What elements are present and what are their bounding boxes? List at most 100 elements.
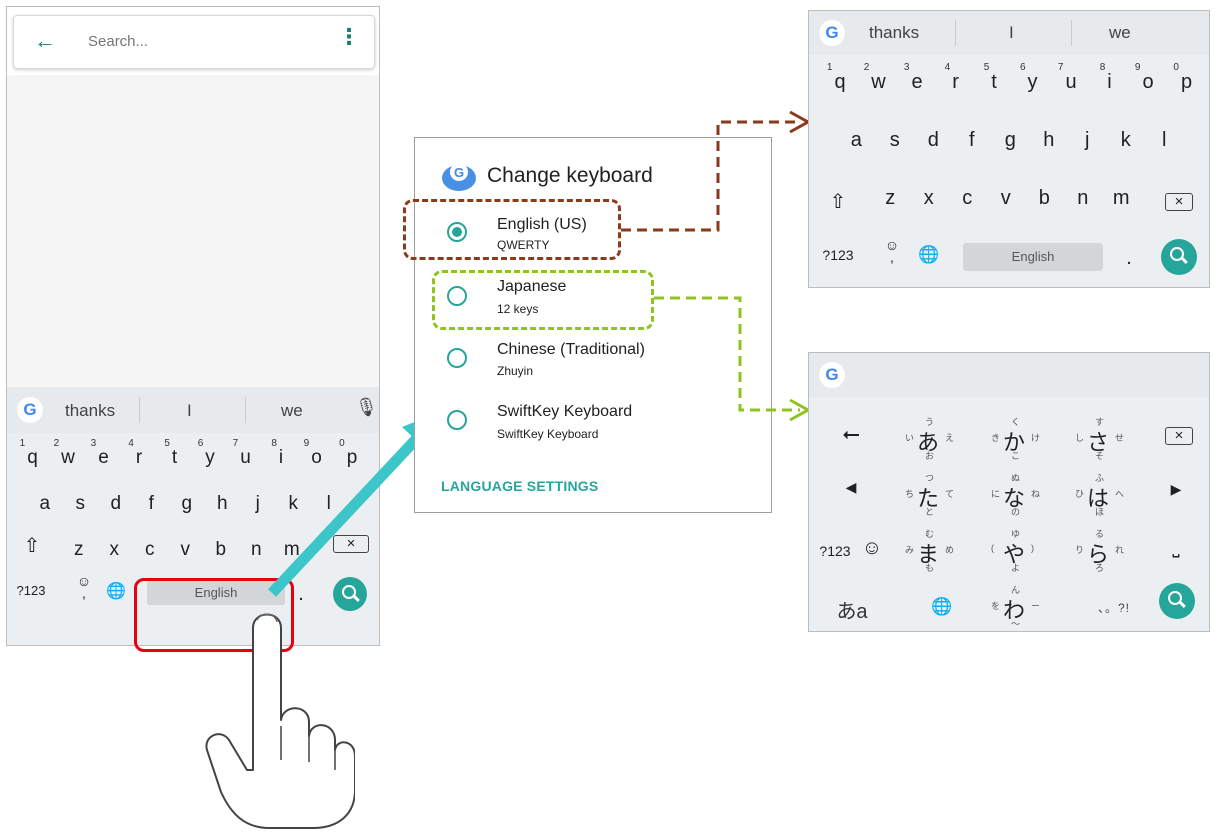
key-g[interactable]: g (991, 129, 1030, 152)
google-g-icon[interactable]: G (819, 20, 845, 46)
cursor-right-icon[interactable]: ▶ (1161, 481, 1191, 498)
globe-icon[interactable]: 🌐 (927, 597, 957, 617)
key-i[interactable]: 8i (1087, 62, 1126, 94)
key-u[interactable]: 7u (1048, 62, 1087, 94)
space-icon[interactable]: ⎵ (1161, 537, 1191, 558)
key-w[interactable]: 2w (856, 62, 895, 94)
kana-key-た[interactable]: たつちてと (901, 471, 957, 517)
kana-key-ら[interactable]: らるりれろ (1071, 527, 1127, 573)
punctuation-key[interactable]: 、。?! (1089, 599, 1139, 616)
arrow-left-icon[interactable]: ⭠ (831, 421, 871, 447)
suggestion-item[interactable]: thanks (869, 23, 919, 43)
key-o[interactable]: 9o (1125, 62, 1164, 94)
kana-key-さ[interactable]: さすしせそ (1071, 415, 1127, 461)
kana-flick-left: ( (991, 543, 994, 553)
kana-flick-up: す (1095, 417, 1105, 427)
kana-toggle-key[interactable]: あa (827, 595, 877, 624)
kana-flick-right: け (1031, 433, 1041, 443)
kana-flick-up: る (1095, 529, 1105, 539)
kana-key-は[interactable]: はふひへほ (1071, 471, 1127, 517)
key-k[interactable]: k (1107, 129, 1146, 152)
key-j[interactable]: j (1068, 129, 1107, 152)
spacebar[interactable]: English (963, 243, 1103, 271)
search-key[interactable] (1161, 239, 1197, 275)
key-l[interactable]: l (1145, 129, 1184, 152)
kana-flick-down: よ (1011, 563, 1021, 573)
backspace-icon[interactable]: × (1165, 427, 1193, 445)
symbols-key[interactable]: ?123 (813, 543, 857, 559)
key-v[interactable]: v (987, 187, 1026, 210)
key-y[interactable]: 6y (1010, 62, 1049, 94)
key-n[interactable]: n (1064, 187, 1103, 210)
divider (955, 20, 956, 46)
key-p[interactable]: 0p (1164, 62, 1203, 94)
divider (1071, 20, 1072, 46)
key-h[interactable]: h (1030, 129, 1069, 152)
digit-hint: 8 (1099, 62, 1106, 74)
kana-flick-left: し (1075, 433, 1085, 443)
key-m[interactable]: m (1102, 187, 1141, 210)
digit-hint: 3 (903, 62, 910, 74)
kana-key-や[interactable]: やゆ() よ (987, 527, 1043, 573)
kana-flick-left: き (991, 433, 1001, 443)
kana-key-な[interactable]: なぬにねの (987, 471, 1043, 517)
digit-hint: 1 (826, 62, 833, 74)
globe-icon[interactable]: 🌐 (915, 245, 943, 265)
key-b[interactable]: b (1025, 187, 1064, 210)
japanese-keyboard: G ⭠ ◀ ?123 ☺ あa あういえおかくきけこさすしせそたつちてとなぬにね… (808, 352, 1210, 632)
digit-hint: 6 (1019, 62, 1026, 74)
kana-flick-right: め (945, 545, 955, 555)
google-g-icon[interactable]: G (819, 362, 845, 388)
backspace-icon[interactable]: × (1165, 193, 1193, 211)
cursor-left-icon[interactable]: ◀ (831, 479, 871, 496)
kana-flick-down: ろ (1095, 563, 1105, 573)
kana-flick-right: て (945, 489, 955, 499)
english-keyboard: G thanks I we 1q 2w 3e 4r 5t 6y 7u 8i 9o 0p asdfg… (808, 10, 1210, 288)
kana-key-ま[interactable]: まむみめも (901, 527, 957, 573)
kana-key-か[interactable]: かくきけこ (987, 415, 1043, 461)
shift-icon[interactable]: ⇧ (823, 189, 853, 214)
key-e[interactable]: 3e (894, 62, 933, 94)
key-f[interactable]: f (953, 129, 992, 152)
kana-flick-left: ち (905, 489, 915, 499)
period-key[interactable]: . (1121, 247, 1137, 270)
digit-hint: 4 (944, 62, 951, 74)
kana-flick-down: こ (1011, 451, 1021, 461)
key-d[interactable]: d (914, 129, 953, 152)
key-s[interactable]: s (876, 129, 915, 152)
kana-flick-left: を (991, 601, 1001, 611)
key-a[interactable]: a (837, 129, 876, 152)
key-r[interactable]: 4r (933, 62, 972, 94)
kana-key-あ[interactable]: あういえお (901, 415, 957, 461)
search-key[interactable] (1159, 583, 1195, 619)
kana-flick-right: せ (1115, 433, 1125, 443)
kana-flick-up: む (925, 529, 935, 539)
kana-flick-down: の (1011, 507, 1021, 517)
emoji-icon[interactable]: ☺, (877, 238, 907, 264)
kana-flick-right: ー (1031, 601, 1041, 611)
suggestion-item[interactable]: we (1109, 23, 1131, 43)
suggestion-strip: G (809, 353, 1209, 397)
key-c[interactable]: c (948, 187, 987, 210)
key-z[interactable]: z (871, 187, 910, 210)
kana-flick-down: と (925, 507, 935, 517)
kana-flick-up: ぬ (1011, 473, 1021, 483)
key-t[interactable]: 5t (971, 62, 1010, 94)
symbols-key[interactable]: ?123 (815, 247, 861, 263)
kana-key-わ[interactable]: わんをー〜 (987, 583, 1043, 629)
digit-hint: 2 (863, 62, 870, 74)
suggestion-item[interactable]: I (1009, 23, 1014, 43)
kana-flick-down: お (925, 451, 935, 461)
kana-flick-down: も (925, 563, 935, 573)
kana-flick-right: ) (1031, 543, 1034, 553)
key-q[interactable]: 1q (817, 62, 856, 94)
digit-hint: 5 (983, 62, 990, 74)
kana-flick-up: く (1011, 417, 1021, 427)
kana-flick-down: 〜 (1011, 619, 1021, 629)
key-x[interactable]: x (910, 187, 949, 210)
kana-flick-up: う (925, 417, 935, 427)
kana-flick-up: ふ (1095, 473, 1105, 483)
kana-flick-left: み (905, 545, 915, 555)
emoji-icon[interactable]: ☺ (859, 537, 885, 560)
kana-flick-down: そ (1095, 451, 1105, 461)
